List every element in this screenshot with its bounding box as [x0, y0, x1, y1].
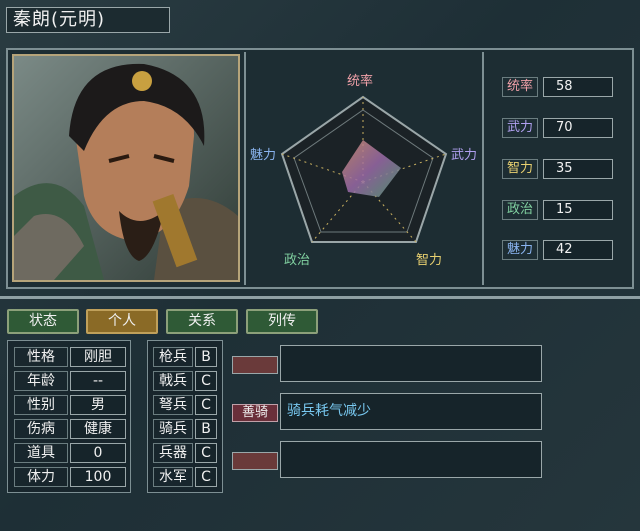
aptitude-grade: C — [195, 371, 217, 391]
skill-tag: 善骑 — [232, 404, 278, 422]
stat-label: 智力 — [502, 159, 538, 179]
stat-value: 35 — [543, 159, 613, 179]
aptitude-label: 兵器 — [153, 443, 193, 463]
personal-info-panel: 性格 刚胆 年龄 -- 性别 男 伤病 健康 道具 0 体力 100 — [7, 340, 131, 493]
skill-tag-empty — [232, 356, 278, 374]
info-value: 100 — [70, 467, 126, 487]
info-label: 性格 — [14, 347, 68, 367]
skill-tag-empty — [232, 452, 278, 470]
radar-label-leadership: 统率 — [347, 74, 374, 89]
attribute-stats-panel: 统率 58 武力 70 智力 35 政治 15 魅力 42 — [488, 52, 632, 285]
stat-value: 58 — [543, 77, 613, 97]
info-value: 男 — [70, 395, 126, 415]
stat-value: 42 — [543, 240, 613, 260]
attribute-radar-chart: 统率 武力 智力 政治 魅力 — [244, 52, 484, 285]
aptitude-grade: C — [195, 395, 217, 415]
aptitude-grade: C — [195, 443, 217, 463]
aptitude-grade: B — [195, 347, 217, 367]
unit-aptitude-panel: 枪兵 B 戟兵 C 弩兵 C 骑兵 B 兵器 C 水军 C — [147, 340, 223, 493]
info-value: -- — [70, 371, 126, 391]
stat-row-war: 武力 70 — [502, 118, 628, 138]
aptitude-label: 弩兵 — [153, 395, 193, 415]
info-label: 道具 — [14, 443, 68, 463]
section-divider — [0, 296, 640, 299]
skill-description: 骑兵耗气减少 — [280, 393, 542, 430]
stat-label: 政治 — [502, 200, 538, 220]
radar-label-intelligence: 智力 — [416, 253, 443, 268]
tab-relations[interactable]: 关系 — [166, 309, 238, 334]
info-value: 健康 — [70, 419, 126, 439]
aptitude-grade: C — [195, 467, 217, 487]
stat-label: 武力 — [502, 118, 538, 138]
info-value: 刚胆 — [70, 347, 126, 367]
skill-description — [280, 345, 542, 382]
info-label: 性别 — [14, 395, 68, 415]
info-label: 年龄 — [14, 371, 68, 391]
info-label: 体力 — [14, 467, 68, 487]
aptitude-label: 骑兵 — [153, 419, 193, 439]
radar-label-war: 武力 — [451, 148, 478, 163]
stat-label: 统率 — [502, 77, 538, 97]
tab-personal[interactable]: 个人 — [86, 309, 158, 334]
info-label: 伤病 — [14, 419, 68, 439]
officer-portrait — [12, 54, 240, 282]
stat-row-politics: 政治 15 — [502, 200, 628, 220]
portrait-illustration — [14, 56, 238, 280]
stat-label: 魅力 — [502, 240, 538, 260]
radar-label-charisma: 魅力 — [250, 148, 277, 163]
officer-name: 秦朗(元明) — [6, 7, 170, 33]
tab-status[interactable]: 状态 — [7, 309, 79, 334]
aptitude-label: 水军 — [153, 467, 193, 487]
stat-value: 70 — [543, 118, 613, 138]
tab-biography[interactable]: 列传 — [246, 309, 318, 334]
stat-value: 15 — [543, 200, 613, 220]
aptitude-grade: B — [195, 419, 217, 439]
stat-row-leadership: 统率 58 — [502, 77, 628, 97]
stat-row-intelligence: 智力 35 — [502, 159, 628, 179]
aptitude-label: 枪兵 — [153, 347, 193, 367]
radar-label-politics: 政治 — [284, 253, 311, 268]
stat-row-charisma: 魅力 42 — [502, 240, 628, 260]
info-value: 0 — [70, 443, 126, 463]
skill-description — [280, 441, 542, 478]
aptitude-label: 戟兵 — [153, 371, 193, 391]
